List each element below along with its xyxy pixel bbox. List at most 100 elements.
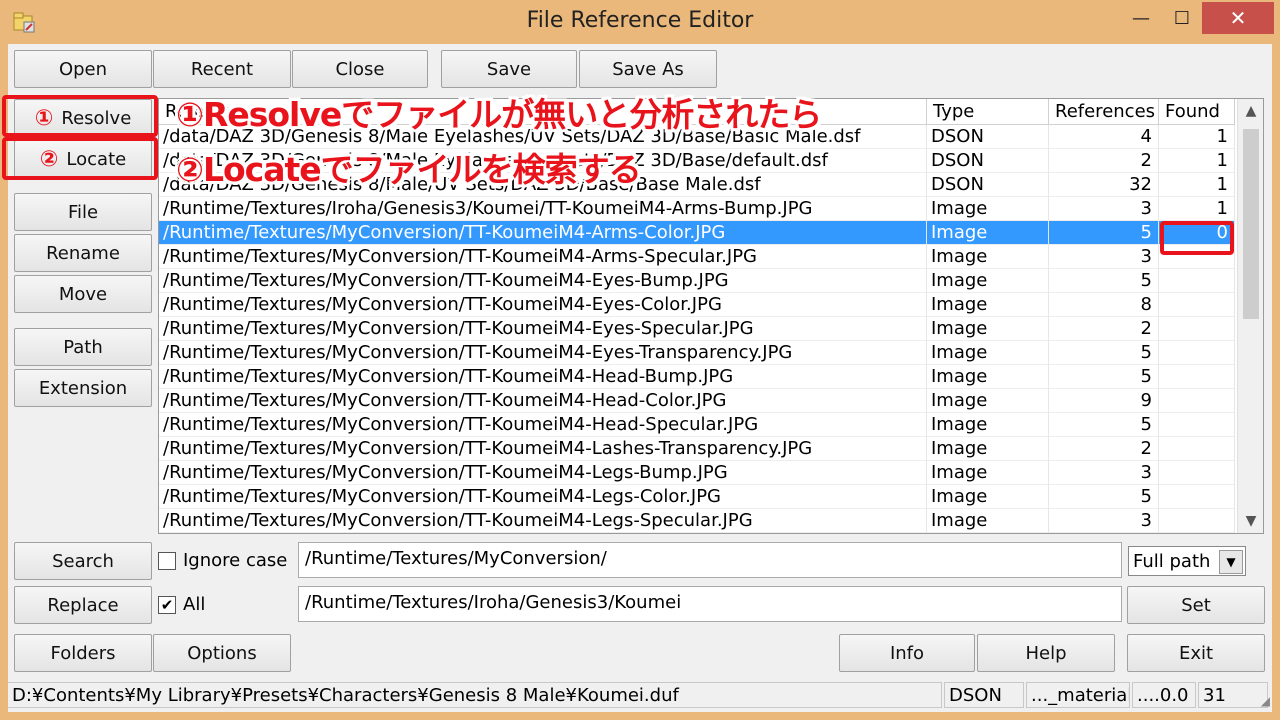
highlight-found-cell <box>1160 221 1234 255</box>
table-row[interactable]: /Runtime/Textures/MyConversion/TT-Koumei… <box>159 413 1235 437</box>
highlight-resolve-box <box>2 95 158 137</box>
table-row[interactable]: /Runtime/Textures/MyConversion/TT-Koumei… <box>159 221 1235 245</box>
cell-reference: /Runtime/Textures/MyConversion/TT-Koumei… <box>159 413 927 437</box>
cell-found <box>1159 461 1235 485</box>
replace-input[interactable]: /Runtime/Textures/Iroha/Genesis3/Koumei <box>298 586 1122 622</box>
cell-references: 5 <box>1049 341 1159 365</box>
ignore-case-checkbox[interactable] <box>158 552 176 570</box>
cell-reference: /Runtime/Textures/MyConversion/TT-Koumei… <box>159 269 927 293</box>
cell-type: Image <box>927 341 1049 365</box>
table-row[interactable]: /Runtime/Textures/MyConversion/TT-Koumei… <box>159 485 1235 509</box>
cell-reference: /Runtime/Textures/MyConversion/TT-Koumei… <box>159 509 927 533</box>
table-row[interactable]: /Runtime/Textures/MyConversion/TT-Koumei… <box>159 245 1235 269</box>
column-header-found[interactable]: Found <box>1159 99 1235 125</box>
path-button[interactable]: Path <box>14 328 152 366</box>
cell-found <box>1159 365 1235 389</box>
status-material: ..._material <box>1026 682 1130 708</box>
move-button[interactable]: Move <box>14 275 152 313</box>
search-mode-select[interactable]: Full path ▼ <box>1128 546 1246 576</box>
status-count: 31 <box>1198 682 1268 708</box>
search-mode-value: Full path <box>1133 551 1211 572</box>
rename-button[interactable]: Rename <box>14 234 152 272</box>
open-button[interactable]: Open <box>14 50 152 88</box>
cell-type: Image <box>927 365 1049 389</box>
status-file-path: D:¥Contents¥My Library¥Presets¥Character… <box>8 682 942 708</box>
cell-type: Image <box>927 461 1049 485</box>
cell-found <box>1159 293 1235 317</box>
scroll-up-icon[interactable]: ▲ <box>1238 99 1263 123</box>
help-button[interactable]: Help <box>977 634 1115 672</box>
folders-button[interactable]: Folders <box>14 634 152 672</box>
column-header-references[interactable]: References <box>1049 99 1159 125</box>
table-row[interactable]: /Runtime/Textures/MyConversion/TT-Koumei… <box>159 509 1235 533</box>
cell-type: Image <box>927 269 1049 293</box>
all-label: All <box>183 594 206 615</box>
cell-type: Image <box>927 389 1049 413</box>
cell-reference: /Runtime/Textures/MyConversion/TT-Koumei… <box>159 437 927 461</box>
status-type: DSON <box>944 682 1024 708</box>
minimize-button[interactable]: — <box>1124 2 1158 34</box>
table-row[interactable]: /Runtime/Textures/MyConversion/TT-Koumei… <box>159 365 1235 389</box>
cell-references: 2 <box>1049 437 1159 461</box>
cell-type: Image <box>927 437 1049 461</box>
all-check-icon: ✔ <box>160 596 174 614</box>
cell-reference: /Runtime/Textures/MyConversion/TT-Koumei… <box>159 317 927 341</box>
table-row[interactable]: /Runtime/Textures/MyConversion/TT-Koumei… <box>159 341 1235 365</box>
table-row[interactable]: /Runtime/Textures/MyConversion/TT-Koumei… <box>159 389 1235 413</box>
info-button[interactable]: Info <box>839 634 975 672</box>
table-row[interactable]: /Runtime/Textures/MyConversion/TT-Koumei… <box>159 293 1235 317</box>
cell-reference: /Runtime/Textures/MyConversion/TT-Koumei… <box>159 245 927 269</box>
replace-button[interactable]: Replace <box>14 586 152 624</box>
table-row[interactable]: /Runtime/Textures/MyConversion/TT-Koumei… <box>159 317 1235 341</box>
maximize-button[interactable]: ☐ <box>1164 2 1200 34</box>
cell-reference: /Runtime/Textures/MyConversion/TT-Koumei… <box>159 461 927 485</box>
file-button[interactable]: File <box>14 193 152 231</box>
dropdown-arrow-icon[interactable]: ▼ <box>1219 550 1243 574</box>
vertical-scrollbar[interactable]: ▲ ▼ <box>1237 99 1263 533</box>
cell-references: 2 <box>1049 149 1159 173</box>
cell-type: Image <box>927 221 1049 245</box>
table-row[interactable]: /Runtime/Textures/MyConversion/TT-Koumei… <box>159 269 1235 293</box>
cell-type: Image <box>927 485 1049 509</box>
set-button[interactable]: Set <box>1127 586 1265 624</box>
cell-found <box>1159 509 1235 533</box>
save-button[interactable]: Save <box>441 50 577 88</box>
cell-references: 4 <box>1049 125 1159 149</box>
close-file-button[interactable]: Close <box>292 50 428 88</box>
cell-references: 3 <box>1049 197 1159 221</box>
table-row[interactable]: /Runtime/Textures/MyConversion/TT-Koumei… <box>159 461 1235 485</box>
highlight-locate-box <box>2 137 158 180</box>
cell-references: 8 <box>1049 293 1159 317</box>
exit-button[interactable]: Exit <box>1127 634 1265 672</box>
cell-references: 5 <box>1049 269 1159 293</box>
cell-reference: /Runtime/Textures/MyConversion/TT-Koumei… <box>159 221 927 245</box>
cell-references: 5 <box>1049 221 1159 245</box>
cell-references: 3 <box>1049 461 1159 485</box>
cell-found <box>1159 437 1235 461</box>
search-button[interactable]: Search <box>14 542 152 580</box>
cell-references: 5 <box>1049 365 1159 389</box>
all-checkbox[interactable]: ✔ <box>158 596 176 614</box>
cell-reference: /Runtime/Textures/MyConversion/TT-Koumei… <box>159 293 927 317</box>
cell-type: DSON <box>927 125 1049 149</box>
table-row[interactable]: /Runtime/Textures/Iroha/Genesis3/Koumei/… <box>159 197 1235 221</box>
recent-button[interactable]: Recent <box>153 50 291 88</box>
options-button[interactable]: Options <box>153 634 291 672</box>
column-header-type[interactable]: Type <box>927 99 1049 125</box>
scroll-down-icon[interactable]: ▼ <box>1238 509 1263 533</box>
cell-type: DSON <box>927 149 1049 173</box>
table-row[interactable]: /Runtime/Textures/MyConversion/TT-Koumei… <box>159 437 1235 461</box>
search-input[interactable]: /Runtime/Textures/MyConversion/ <box>298 542 1122 578</box>
cell-references: 2 <box>1049 317 1159 341</box>
title-bar[interactable]: File Reference Editor — ☐ ✕ <box>0 0 1280 44</box>
resize-grip-icon[interactable]: ◢ <box>1261 694 1270 708</box>
window-frame: File Reference Editor — ☐ ✕ Open Recent … <box>0 0 1280 720</box>
cell-reference: /Runtime/Textures/MyConversion/TT-Koumei… <box>159 341 927 365</box>
save-as-button[interactable]: Save As <box>579 50 717 88</box>
cell-type: Image <box>927 197 1049 221</box>
close-window-button[interactable]: ✕ <box>1202 2 1274 34</box>
extension-button[interactable]: Extension <box>14 369 152 407</box>
cell-type: Image <box>927 413 1049 437</box>
scroll-thumb[interactable] <box>1243 129 1259 319</box>
cell-found: 1 <box>1159 197 1235 221</box>
